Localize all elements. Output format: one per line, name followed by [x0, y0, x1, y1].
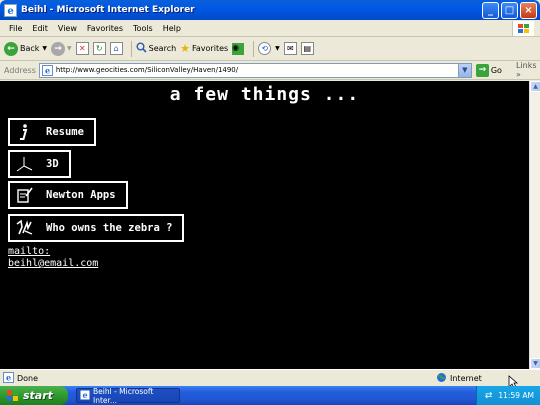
zone-label: Internet: [450, 373, 482, 383]
zebra-icon: [10, 216, 38, 240]
forward-dropdown-icon: ▼: [67, 45, 72, 52]
scroll-up-icon[interactable]: ▲: [530, 81, 540, 92]
address-dropdown-icon[interactable]: ▼: [457, 63, 471, 77]
vertical-scrollbar[interactable]: ▲ ▼: [529, 81, 540, 369]
menu-edit[interactable]: Edit: [27, 24, 53, 33]
svg-text:e: e: [7, 6, 13, 17]
address-bar: Address e http://www.geocities.com/Silic…: [0, 61, 540, 80]
menu-file[interactable]: File: [4, 24, 27, 33]
axes-3d-icon: [10, 152, 38, 176]
toolbar: ← Back ▼ → ▼ ✕ ↻ ⌂ Search ★ Favorites ◉ …: [0, 37, 540, 61]
newton-apps-label: Newton Apps: [46, 189, 116, 201]
resume-link[interactable]: Resume: [8, 118, 96, 146]
back-dropdown-icon[interactable]: ▼: [42, 45, 47, 52]
go-label: Go: [490, 65, 502, 75]
menu-favorites[interactable]: Favorites: [82, 24, 128, 33]
page-done-icon: e: [3, 371, 14, 385]
page-heading: a few things ...: [169, 84, 360, 105]
status-text: Done: [17, 373, 39, 383]
history-icon[interactable]: ⟲: [258, 42, 272, 55]
resume-label: Resume: [46, 126, 84, 138]
start-label: start: [23, 389, 53, 402]
print-icon[interactable]: ▤: [300, 42, 314, 55]
minimize-button[interactable]: _: [482, 1, 499, 19]
system-tray: ⇄ 11:59 AM: [476, 386, 540, 405]
taskbar: start e Beihl - Microsoft Inter... ⇄ 11:…: [0, 386, 540, 405]
close-button[interactable]: ×: [520, 1, 537, 19]
newton-pad-icon: [10, 183, 38, 207]
zebra-link[interactable]: Who owns the zebra ?: [8, 214, 185, 242]
toolbar-separator: [130, 40, 132, 57]
status-bar: e Done Internet: [0, 369, 540, 389]
page-icon: e: [41, 64, 53, 76]
network-icon[interactable]: ⇄: [485, 391, 493, 401]
svg-text:e: e: [6, 372, 11, 382]
address-url: http://www.geocities.com/SiliconValley/H…: [55, 66, 239, 74]
info-i-icon: [10, 120, 38, 144]
3d-label: 3D: [46, 158, 59, 170]
clock[interactable]: 11:59 AM: [498, 391, 534, 400]
go-arrow-icon: →: [475, 63, 489, 77]
mailto-link[interactable]: mailto: beihl@email.com: [8, 246, 98, 270]
links-label: Links: [515, 61, 537, 70]
links-chevron-icon: »: [515, 70, 521, 79]
favorites-button[interactable]: ★ Favorites: [180, 42, 228, 55]
email-address: beihl@email.com: [8, 258, 99, 269]
menu-view[interactable]: View: [53, 24, 82, 33]
maximize-button[interactable]: □: [501, 1, 518, 19]
mailto-label: mailto:: [8, 246, 51, 257]
media-icon[interactable]: ◉: [232, 42, 245, 55]
forward-arrow-icon: →: [51, 41, 66, 56]
star-icon: ★: [180, 42, 191, 55]
taskbar-ie-icon: e: [80, 390, 90, 402]
forward-button[interactable]: → ▼: [51, 41, 72, 56]
taskbar-ie-label: Beihl - Microsoft Inter...: [93, 386, 154, 405]
favorites-label: Favorites: [192, 44, 229, 53]
back-button[interactable]: ← Back ▼: [4, 41, 47, 56]
search-label: Search: [148, 44, 177, 53]
ie-icon: e: [3, 3, 17, 17]
go-button[interactable]: → Go: [475, 63, 502, 77]
back-arrow-icon: ←: [4, 41, 18, 56]
toolbar-separator: [253, 40, 255, 57]
svg-text:e: e: [45, 65, 50, 75]
home-icon[interactable]: ⌂: [109, 42, 123, 55]
title-bar[interactable]: e Beihl - Microsoft Internet Explorer _ …: [0, 0, 540, 20]
security-zone: Internet: [436, 372, 482, 385]
stop-icon[interactable]: ✕: [75, 42, 89, 55]
address-label: Address: [4, 65, 36, 75]
status-done: e Done: [0, 371, 370, 385]
search-icon: [136, 42, 147, 55]
newton-apps-link[interactable]: Newton Apps: [8, 181, 128, 209]
refresh-icon[interactable]: ↻: [92, 42, 106, 55]
menu-tools[interactable]: Tools: [128, 24, 158, 33]
taskbar-ie-item[interactable]: e Beihl - Microsoft Inter...: [76, 386, 180, 405]
zebra-label: Who owns the zebra ?: [46, 222, 173, 234]
address-input[interactable]: e http://www.geocities.com/SiliconValley…: [38, 62, 472, 78]
menu-help[interactable]: Help: [158, 24, 186, 33]
back-label: Back: [20, 44, 40, 53]
window-title: Beihl - Microsoft Internet Explorer: [21, 5, 195, 15]
start-button[interactable]: start: [0, 386, 68, 405]
3d-link[interactable]: 3D: [8, 150, 71, 178]
svg-text:e: e: [82, 390, 87, 400]
mail-icon[interactable]: ✉: [283, 42, 297, 55]
windows-logo-icon: [512, 21, 534, 36]
scroll-down-icon[interactable]: ▼: [530, 358, 540, 369]
page-content: a few things ... Resume 3D Newton Apps W…: [0, 81, 529, 369]
search-button[interactable]: Search: [136, 42, 176, 55]
globe-icon: [436, 372, 447, 385]
history-dropdown-icon[interactable]: ▼: [275, 45, 280, 52]
menu-bar: File Edit View Favorites Tools Help: [0, 20, 540, 37]
links-button[interactable]: Links »: [516, 61, 540, 79]
windows-flag-icon: [6, 389, 19, 402]
